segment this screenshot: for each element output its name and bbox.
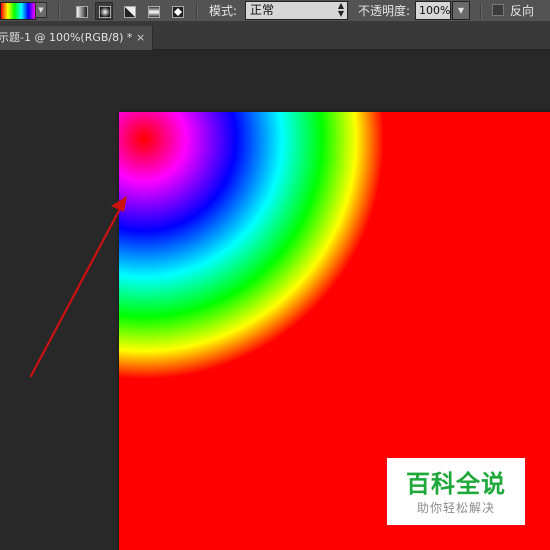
watermark-logo: 百科全说 助你轻松解决 (387, 458, 525, 525)
watermark-subtitle: 助你轻松解决 (416, 501, 495, 515)
watermark-title: 百科全说 (406, 470, 506, 498)
annotation-arrow-head (111, 196, 127, 212)
annotation-arrow-shaft (29, 203, 124, 378)
